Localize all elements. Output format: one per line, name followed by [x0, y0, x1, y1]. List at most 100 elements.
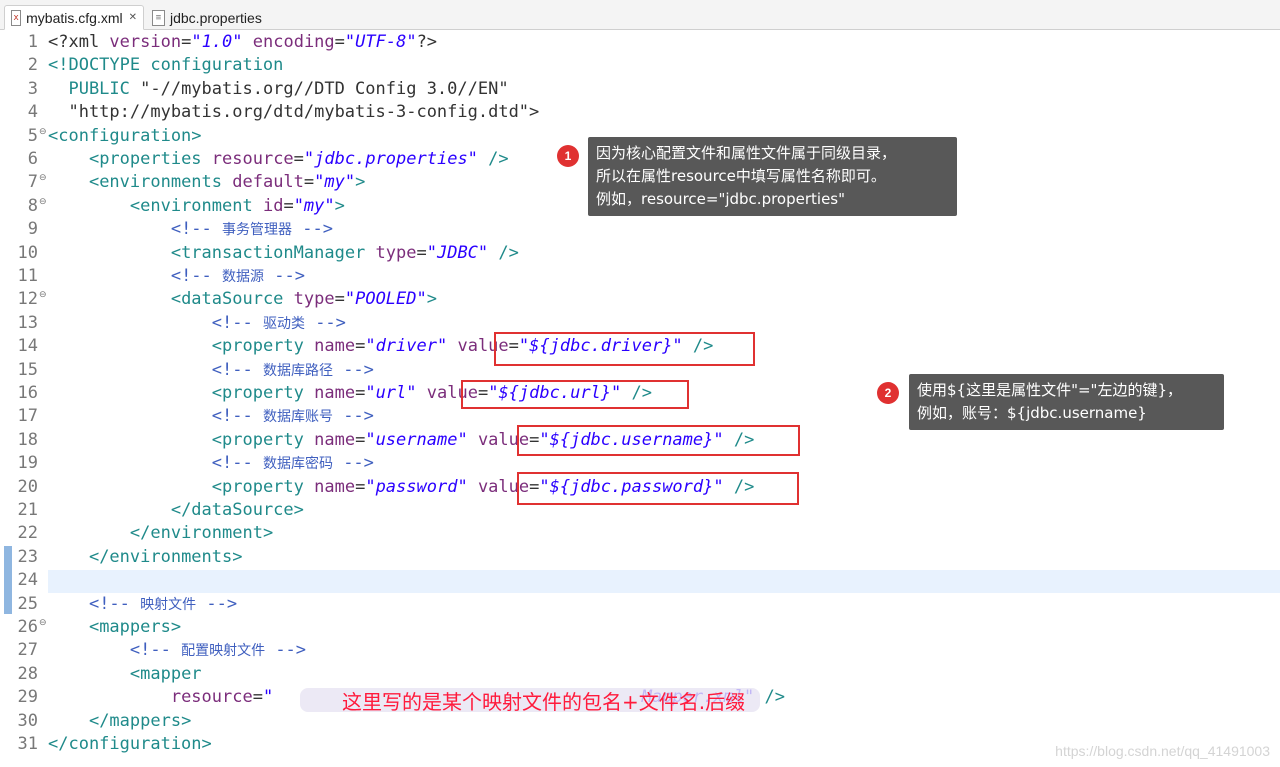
- code-token: "username": [365, 429, 468, 450]
- code-text: <environments default="my">: [48, 171, 365, 194]
- line-number: 17: [17, 406, 38, 427]
- highlight-box-driver: [494, 332, 755, 366]
- highlight-box-password: [517, 472, 799, 505]
- code-text: </dataSource>: [48, 499, 304, 522]
- annotation-badge-1: 1: [557, 145, 579, 167]
- line-number: 22: [17, 523, 38, 544]
- code-token: -->: [292, 219, 333, 240]
- code-text: <?xml version="1.0" encoding="UTF-8"?>: [48, 31, 437, 54]
- callout-line: 例如，账号：${jdbc.username}: [917, 404, 1147, 422]
- line-number: 4: [27, 102, 38, 123]
- fold-toggle-icon[interactable]: ⊖: [39, 612, 47, 635]
- code-token: =: [355, 476, 366, 497]
- code-text: <mappers>: [48, 616, 181, 639]
- code-text: PUBLIC "-//mybatis.org//DTD Config 3.0//…: [48, 78, 508, 101]
- tab-mybatis-cfg-xml[interactable]: x mybatis.cfg.xml ✕: [4, 5, 144, 30]
- line-number: 10: [17, 242, 38, 263]
- code-token: -->: [264, 266, 305, 286]
- line-number: 5: [27, 125, 38, 146]
- code-token: -->: [332, 406, 374, 427]
- fold-toggle-icon[interactable]: ⊖: [39, 191, 47, 214]
- line-number: 27: [17, 640, 38, 661]
- code-text: <!-- 数据源 -->: [48, 265, 305, 289]
- code-token: <environments: [88, 172, 233, 193]
- code-token: =: [293, 149, 304, 169]
- code-token: </environment>: [129, 523, 274, 544]
- code-text: <mapper: [48, 663, 202, 686]
- fold-toggle-icon[interactable]: ⊖: [39, 284, 47, 307]
- code-token: =: [416, 242, 427, 263]
- line-number: 11: [17, 266, 38, 286]
- code-token: "url": [365, 383, 417, 403]
- code-text: <dataSource type="POOLED">: [48, 288, 437, 311]
- fold-toggle-icon[interactable]: ⊖: [39, 167, 47, 190]
- code-text: <properties resource="jdbc.properties" /…: [48, 148, 509, 171]
- code-token: 驱动类: [262, 315, 305, 332]
- code-token: encoding: [252, 32, 335, 52]
- code-token: <!--: [129, 640, 182, 661]
- callout-line: 例如，resource="jdbc.properties": [596, 190, 846, 208]
- line-number: 25: [17, 593, 38, 614]
- fold-toggle-icon[interactable]: ⊖: [39, 121, 47, 144]
- code-text: </configuration>: [48, 733, 212, 756]
- code-token: >: [355, 172, 366, 193]
- code-text: <environment id="my">: [48, 195, 345, 218]
- code-text: <configuration>: [48, 125, 202, 148]
- highlight-box-url: [461, 380, 689, 409]
- code-token: =: [334, 289, 345, 310]
- line-number: 29: [17, 687, 38, 708]
- line-number: 30: [17, 710, 38, 731]
- properties-file-icon: ≡: [152, 9, 165, 26]
- code-text: <!-- 事务管理器 -->: [48, 218, 333, 242]
- code-token: </dataSource>: [170, 500, 304, 520]
- tab-label: jdbc.properties: [170, 9, 262, 26]
- callout-line: 因为核心配置文件和属性文件属于同级目录，: [596, 144, 897, 162]
- code-token: <environment: [129, 195, 263, 216]
- code-text: <!-- 映射文件 -->: [48, 593, 237, 617]
- line-number: 26: [17, 617, 38, 637]
- code-token: =: [355, 336, 366, 357]
- code-token: -->: [332, 359, 374, 380]
- code-token: -->: [304, 312, 346, 333]
- tab-jdbc-properties[interactable]: ≡ jdbc.properties: [146, 5, 276, 30]
- code-token: <!DOCTYPE configuration: [48, 55, 284, 76]
- code-token: default: [232, 172, 304, 193]
- code-token: name: [314, 476, 356, 497]
- xml-file-icon: x: [11, 9, 22, 26]
- code-token: "driver": [365, 336, 448, 357]
- code-token: />: [498, 242, 519, 263]
- code-token: "my": [293, 195, 335, 216]
- code-token: />: [764, 687, 785, 708]
- close-icon[interactable]: ✕: [129, 12, 137, 23]
- code-token: "UTF-8": [344, 32, 417, 52]
- code-token: =: [355, 429, 366, 450]
- code-text: <!-- 数据库密码 -->: [48, 452, 374, 476]
- code-token: =: [334, 32, 345, 52]
- annotation-callout-1: 因为核心配置文件和属性文件属于同级目录， 所以在属性resource中填写属性名…: [588, 137, 957, 216]
- line-number: 19: [17, 453, 38, 474]
- line-number: 6: [27, 149, 38, 169]
- code-token: 配置映射文件: [181, 643, 266, 660]
- code-token: name: [314, 429, 356, 450]
- annotation-callout-2: 使用${这里是属性文件"="左边的键}， 例如，账号：${jdbc.userna…: [909, 374, 1224, 430]
- code-text: "http://mybatis.org/dtd/mybatis-3-config…: [48, 101, 539, 124]
- code-token: </mappers>: [88, 710, 192, 731]
